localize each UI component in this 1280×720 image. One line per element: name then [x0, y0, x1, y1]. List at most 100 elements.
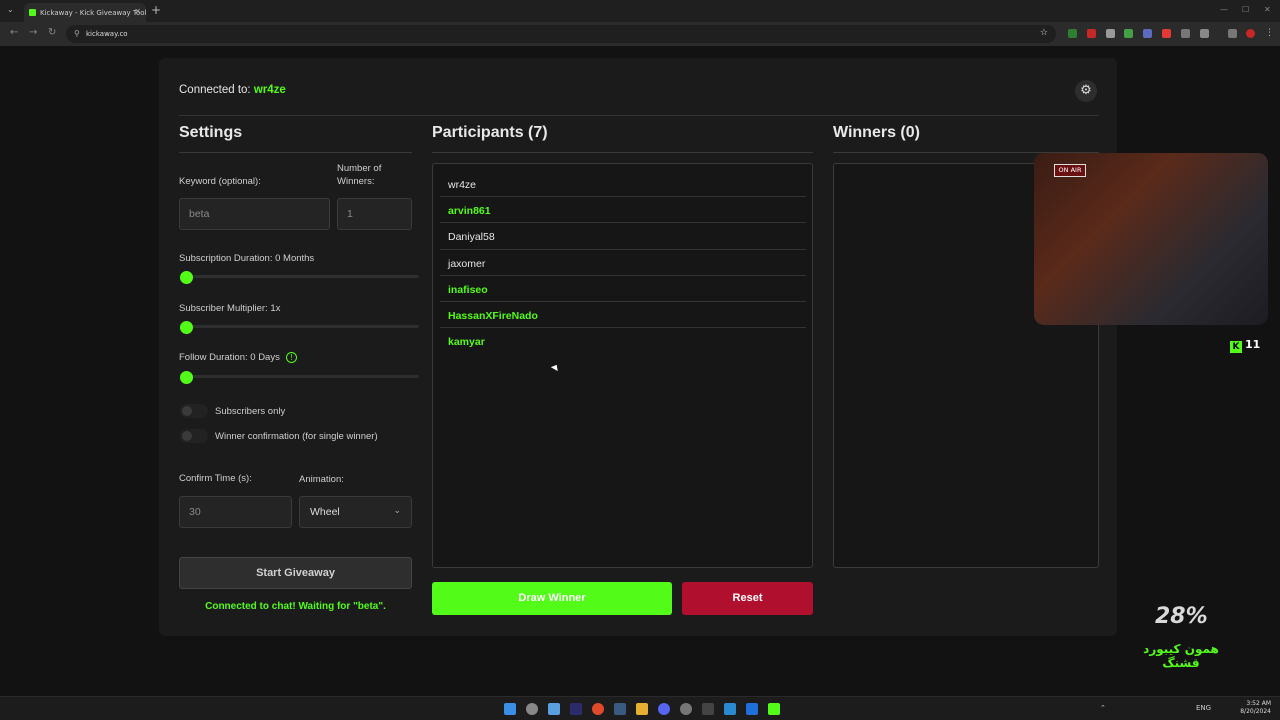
- overlay-persian-text: همون کیبورد قشنگ: [1143, 642, 1219, 670]
- new-tab-icon[interactable]: +: [151, 3, 161, 17]
- info-icon[interactable]: !: [285, 352, 297, 363]
- follow-duration-slider[interactable]: [185, 375, 419, 378]
- browser-menu-icon[interactable]: ⋮: [1265, 29, 1274, 38]
- animation-selected-value: Wheel: [310, 506, 340, 518]
- participant-row: kamyar: [448, 336, 485, 349]
- url-text: kickaway.co: [86, 30, 128, 38]
- subscriber-multiplier-label: Subscriber Multiplier: 1x: [179, 303, 281, 314]
- settings-divider: [179, 152, 412, 153]
- winners-title: Winners (0): [833, 124, 920, 141]
- bookmark-star-icon[interactable]: ☆: [1040, 28, 1048, 38]
- webcam-overlay: [1034, 153, 1268, 325]
- winners-count-input[interactable]: 1: [337, 198, 412, 230]
- on-air-sign: ON AIR: [1054, 164, 1086, 177]
- participants-title: Participants (7): [432, 124, 548, 141]
- kick-favicon-icon: [29, 9, 36, 16]
- clock-time: 3:52 AM: [1246, 700, 1271, 707]
- follow-duration-text: Follow Duration: 0 Days: [179, 352, 280, 364]
- subscription-duration-label: Subscription Duration: 0 Months: [179, 253, 315, 264]
- animation-select[interactable]: Wheel ⌄: [299, 496, 412, 528]
- participants-list: wr4ze arvin861 Daniyal58 jaxomer inafiseo Has…: [440, 171, 806, 354]
- subscription-duration-thumb[interactable]: [180, 271, 193, 284]
- follow-duration-label: Follow Duration: 0 Days!: [179, 352, 297, 363]
- language-indicator[interactable]: ENG: [1196, 704, 1211, 712]
- start-giveaway-button[interactable]: Start Giveaway: [179, 557, 412, 589]
- kick-viewer-count: K 11: [1230, 338, 1260, 353]
- settings-title: Settings: [179, 124, 243, 141]
- browser-tab[interactable]: Kickaway - Kick Giveaway Tool ✕: [24, 3, 146, 22]
- participant-row: HassanXFireNado: [440, 302, 806, 329]
- media-icon[interactable]: [1228, 29, 1237, 38]
- extension-icon[interactable]: [1181, 29, 1190, 38]
- draw-winner-button[interactable]: Draw Winner: [432, 582, 672, 615]
- connected-username: wr4ze: [253, 84, 286, 96]
- reload-icon[interactable]: ↻: [48, 27, 56, 38]
- toggle-knob: [182, 406, 192, 416]
- obs-icon[interactable]: [680, 703, 692, 715]
- tab-title: Kickaway - Kick Giveaway Tool: [40, 9, 146, 17]
- subscribers-only-toggle[interactable]: [180, 404, 208, 418]
- minimize-icon[interactable]: —: [1220, 5, 1228, 14]
- kick-logo-icon: K: [1230, 341, 1242, 353]
- file-explorer-icon[interactable]: [636, 703, 648, 715]
- extension-icon[interactable]: [1124, 29, 1133, 38]
- maximize-icon[interactable]: ☐: [1242, 5, 1249, 14]
- subscriber-multiplier-thumb[interactable]: [180, 321, 193, 334]
- steam-icon[interactable]: [614, 703, 626, 715]
- app-icon[interactable]: [724, 703, 736, 715]
- clock-date: 8/20/2024: [1240, 708, 1271, 715]
- search-icon[interactable]: [526, 703, 538, 715]
- url-bar[interactable]: ⚲ kickaway.co ☆: [66, 25, 1056, 43]
- reset-button[interactable]: Reset: [682, 582, 813, 615]
- app-icon[interactable]: [746, 703, 758, 715]
- chevron-down-icon: ⌄: [393, 505, 401, 515]
- kick-app-icon[interactable]: [768, 703, 780, 715]
- extensions-puzzle-icon[interactable]: [1200, 29, 1209, 38]
- system-clock[interactable]: 3:52 AM 8/20/2024: [1240, 700, 1271, 716]
- extension-icon[interactable]: [1087, 29, 1096, 38]
- extension-icon[interactable]: [1162, 29, 1171, 38]
- extension-icon[interactable]: [1068, 29, 1077, 38]
- close-tab-icon[interactable]: ✕: [134, 7, 141, 16]
- follow-duration-thumb[interactable]: [180, 371, 193, 384]
- overlay-percent: 28%: [1155, 604, 1208, 629]
- winner-confirmation-label: Winner confirmation (for single winner): [215, 431, 378, 442]
- settings-gear-icon[interactable]: ⚙: [1075, 80, 1097, 102]
- start-menu-icon[interactable]: [504, 703, 516, 715]
- subscribers-only-label: Subscribers only: [215, 406, 286, 417]
- keyword-input[interactable]: beta: [179, 198, 330, 230]
- close-window-icon[interactable]: ✕: [1264, 5, 1271, 14]
- viewer-count-value: 11: [1245, 338, 1261, 351]
- participants-list-panel: wr4ze arvin861 Daniyal58 jaxomer inafiseo Has…: [432, 163, 813, 568]
- extension-icon[interactable]: [1106, 29, 1115, 38]
- forward-icon[interactable]: →: [29, 27, 37, 38]
- task-view-icon[interactable]: [548, 703, 560, 715]
- discord-icon[interactable]: [658, 703, 670, 715]
- participant-row: arvin861: [440, 197, 806, 224]
- chrome-icon[interactable]: [592, 703, 604, 715]
- tab-search-icon[interactable]: ⌄: [7, 5, 14, 14]
- back-icon[interactable]: ←: [10, 27, 18, 38]
- browser-tab-bar: ⌄ Kickaway - Kick Giveaway Tool ✕ + — ☐ …: [0, 0, 1280, 22]
- confirm-time-label: Confirm Time (s):: [179, 473, 252, 484]
- connected-label: Connected to:: [179, 84, 251, 96]
- subscriber-multiplier-slider[interactable]: [185, 325, 419, 328]
- extension-icon[interactable]: [1143, 29, 1152, 38]
- profile-avatar[interactable]: [1246, 29, 1255, 38]
- windows-taskbar: ⌃ ENG 3:52 AM 8/20/2024: [0, 696, 1280, 720]
- premiere-icon[interactable]: [570, 703, 582, 715]
- participant-row: jaxomer: [440, 250, 806, 276]
- animation-label: Animation:: [299, 474, 344, 485]
- winner-confirmation-toggle[interactable]: [180, 429, 208, 443]
- giveaway-card: Connected to: wr4ze ⚙ Settings Keyword (…: [159, 58, 1117, 636]
- site-info-icon[interactable]: ⚲: [74, 29, 80, 38]
- confirm-time-input[interactable]: 30: [179, 496, 292, 528]
- terminal-icon[interactable]: [702, 703, 714, 715]
- participants-divider: [432, 152, 813, 153]
- chat-status-text: Connected to chat! Waiting for "beta".: [205, 601, 386, 612]
- tray-overflow-icon[interactable]: ⌃: [1100, 704, 1106, 712]
- winners-count-label: Number of Winners:: [337, 163, 382, 187]
- participant-row: wr4ze: [440, 171, 806, 198]
- subscription-duration-slider[interactable]: [185, 275, 419, 278]
- toggle-knob: [182, 431, 192, 441]
